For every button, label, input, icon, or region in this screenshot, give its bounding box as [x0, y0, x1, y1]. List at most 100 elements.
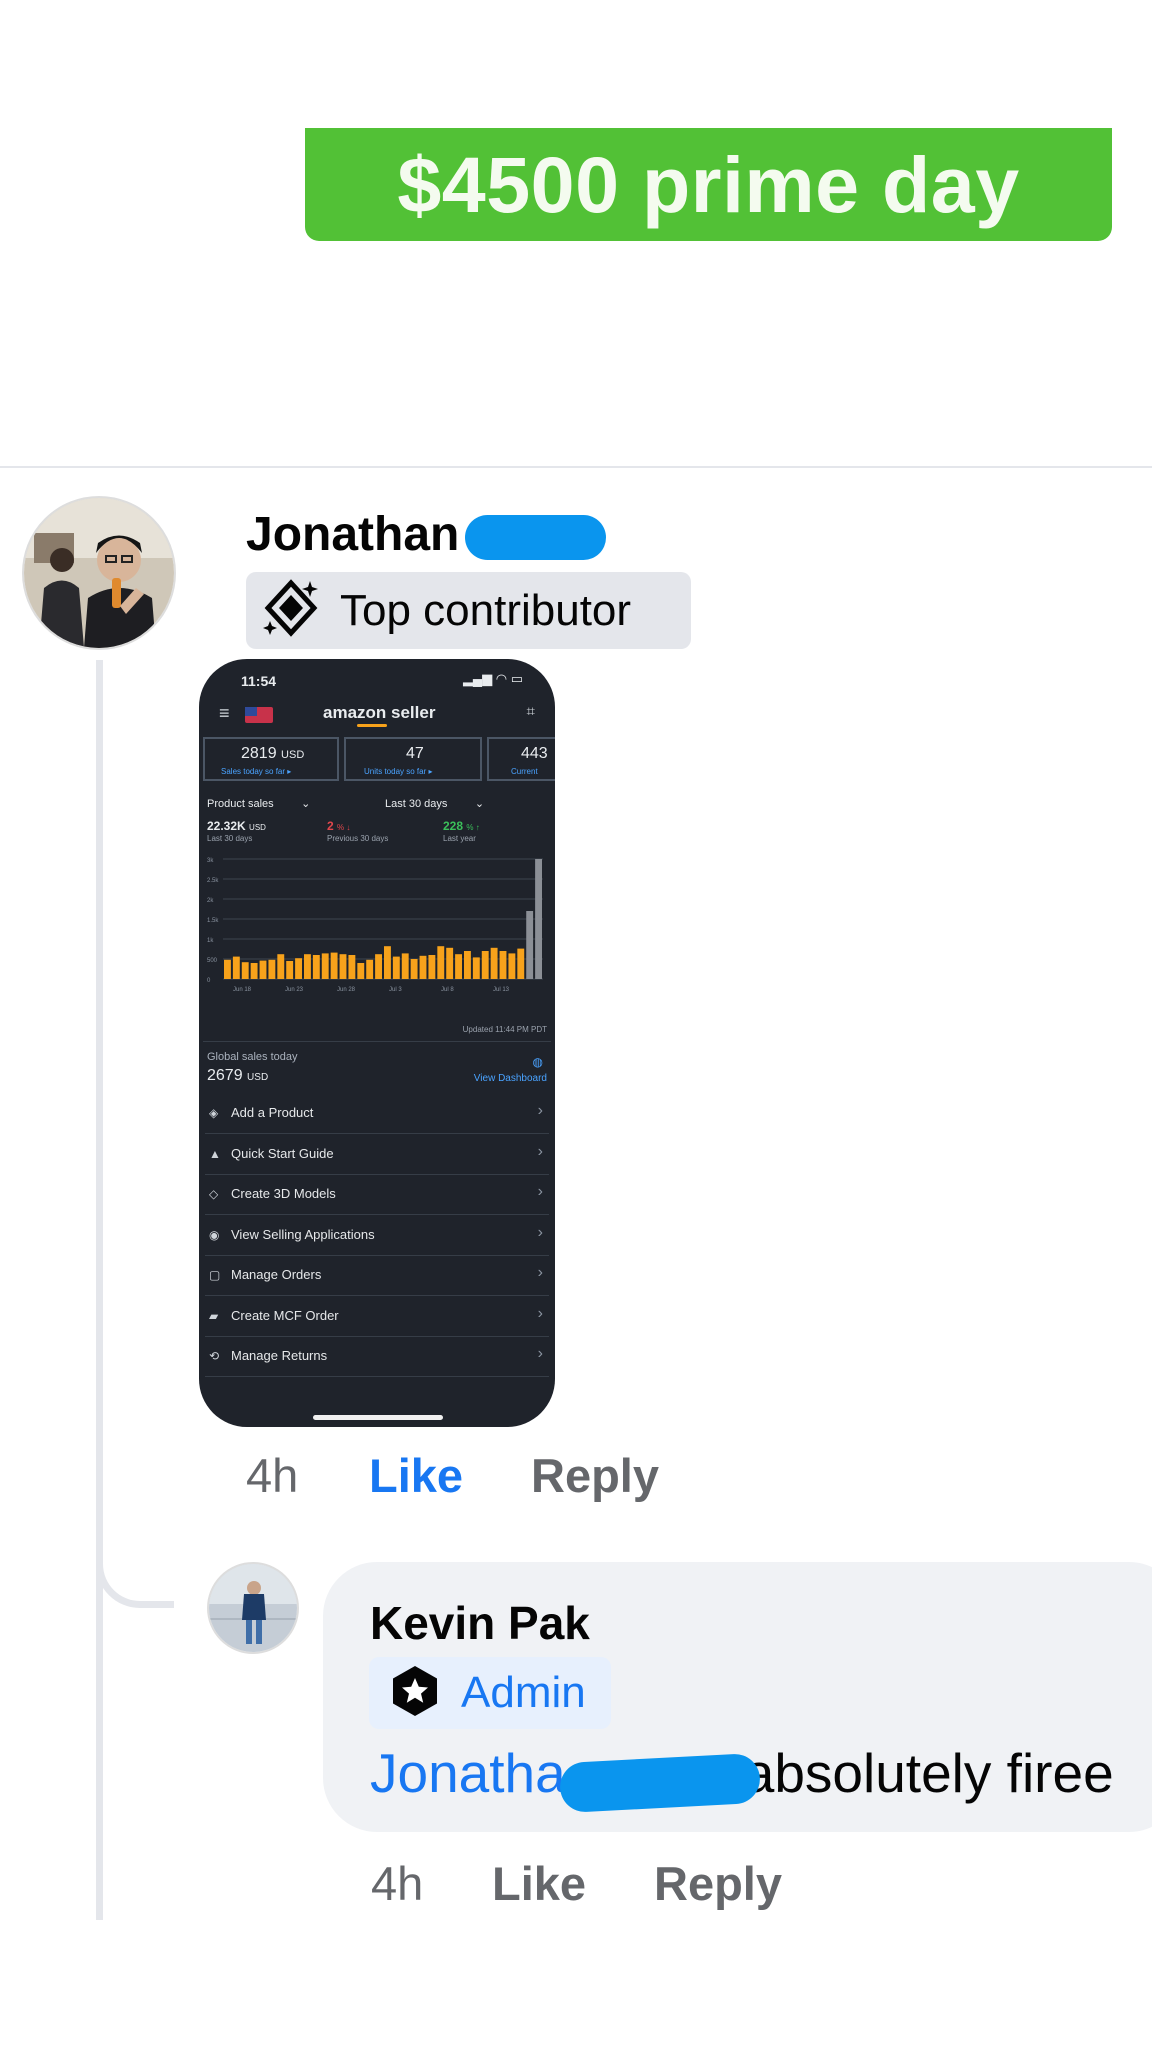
home-indicator: [313, 1415, 443, 1420]
status-time: 11:54: [241, 673, 277, 689]
chart-bar: [312, 955, 320, 979]
card-label: Sales today so far ▸: [221, 767, 292, 776]
menu-item-label: Quick Start Guide: [231, 1145, 334, 1161]
menu-item-label: View Selling Applications: [231, 1226, 375, 1242]
divider: [0, 466, 1152, 468]
chevron-right-icon: ›: [537, 1223, 543, 1241]
chart-bar: [304, 954, 311, 979]
stat-last-year: 228 % ↑: [443, 819, 480, 833]
return-icon: ⟲: [209, 1349, 220, 1363]
chart-bar: [446, 947, 454, 979]
chart-bar: [472, 957, 480, 979]
chart-bar: [428, 955, 436, 979]
x-tick-label: Jul 8: [441, 987, 454, 993]
promo-banner: $4500 prime day: [305, 128, 1112, 241]
avatar-jonathan[interactable]: [22, 496, 176, 650]
reply-body: absolutely firee: [743, 1742, 1114, 1804]
admin-badge[interactable]: Admin: [369, 1657, 611, 1729]
chevron-right-icon: ›: [537, 1345, 543, 1362]
top-contributor-icon: [260, 577, 322, 644]
menu-item[interactable]: ◉ View Selling Applications ›: [205, 1215, 549, 1256]
menu-item-label: Create MCF Order: [231, 1307, 339, 1323]
chart-bar: [295, 958, 302, 979]
product-sales-selector[interactable]: Product sales ⌄: [207, 797, 310, 810]
chart-bar: [232, 956, 240, 979]
sales-today-card[interactable]: 2819 USD Sales today so far ▸: [203, 737, 339, 781]
amazon-smile-icon: [357, 724, 387, 727]
x-tick-label: Jun 28: [337, 987, 356, 993]
current-card[interactable]: 443 Current: [487, 737, 555, 781]
chart-bar: [392, 956, 400, 979]
chart-bar: [366, 959, 374, 979]
comment-timestamp: 4h: [246, 1449, 299, 1502]
scan-icon[interactable]: ⌗: [527, 703, 535, 720]
y-tick-label: 500: [207, 958, 218, 964]
date-range-selector[interactable]: Last 30 days ⌄: [385, 797, 484, 810]
stat-last-30: 22.32K USD: [207, 819, 266, 833]
chart-bar: [517, 948, 525, 979]
graduation-icon: ▲: [209, 1146, 221, 1161]
us-flag-icon[interactable]: [245, 707, 273, 723]
card-value: 47: [406, 745, 424, 762]
units-today-card[interactable]: 47 Units today so far ▸: [344, 737, 482, 781]
menu-item[interactable]: ▢ Manage Orders ›: [205, 1255, 549, 1296]
badge-label: Admin: [461, 1668, 586, 1717]
top-contributor-badge[interactable]: Top contributor: [246, 572, 691, 649]
global-sales-label: Global sales today: [207, 1051, 298, 1063]
chevron-right-icon: ›: [537, 1183, 543, 1200]
chart-bar: [357, 963, 365, 979]
chart-bar: [410, 959, 418, 979]
globe-icon[interactable]: ◍: [533, 1055, 543, 1069]
app-title: amazon seller: [323, 703, 436, 722]
like-button[interactable]: Like: [369, 1448, 463, 1503]
box-icon: ▢: [209, 1268, 221, 1282]
avatar-kevin-pak[interactable]: [207, 1562, 299, 1654]
reply-author-name[interactable]: Kevin Pak: [370, 1596, 590, 1650]
reply-button[interactable]: Reply: [531, 1448, 659, 1503]
menu-item[interactable]: ▰ Create MCF Order ›: [205, 1296, 549, 1337]
y-tick-label: 1.5k: [207, 918, 219, 924]
badge-label: Top contributor: [340, 585, 632, 635]
chart-bar: [277, 954, 285, 979]
menu-item[interactable]: ⟲ Manage Returns ›: [205, 1336, 549, 1377]
chart-bar: [419, 955, 427, 979]
y-tick-label: 0: [207, 978, 211, 984]
stat-previous: 2 % ↓: [327, 819, 351, 833]
chart-bar: [437, 946, 445, 979]
chart-bar: [375, 954, 382, 979]
menu-item[interactable]: ▲ Quick Start Guide ›: [205, 1134, 549, 1175]
chart-bar: [455, 954, 462, 979]
hamburger-icon[interactable]: ≡: [219, 703, 230, 724]
chart-bar: [259, 960, 267, 979]
admin-star-icon: [387, 1663, 443, 1724]
truck-icon: ▰: [209, 1308, 219, 1323]
chart-bar: [535, 859, 542, 979]
x-tick-label: Jun 18: [233, 987, 252, 993]
like-button[interactable]: Like: [492, 1856, 586, 1911]
chart-bar: [286, 961, 294, 979]
menu-item[interactable]: ◈ Add a Product ›: [205, 1093, 549, 1134]
stat-label: Previous 30 days: [327, 834, 389, 843]
chart-bar: [224, 959, 231, 979]
chart-bar: [508, 953, 516, 979]
tag-icon: ◈: [209, 1106, 219, 1120]
chart-bar: [348, 955, 356, 979]
cube-icon: ◇: [209, 1187, 219, 1201]
chart-bar: [464, 951, 471, 979]
updated-time: Updated 11:44 PM PDT: [462, 1025, 547, 1034]
card-label: Units today so far ▸: [364, 767, 433, 776]
stat-label: Last 30 days: [207, 834, 253, 843]
thread-line: [96, 660, 103, 1920]
menu-item[interactable]: ◇ Create 3D Models ›: [205, 1174, 549, 1215]
y-tick-label: 1k: [207, 938, 214, 944]
redaction-mark: [558, 1752, 762, 1814]
chevron-right-icon: ›: [537, 1304, 543, 1322]
mention-link[interactable]: Jonatha: [370, 1742, 566, 1804]
comment-author-name[interactable]: Jonathan: [246, 507, 459, 562]
chart-bar: [339, 954, 347, 979]
card-value: 443: [521, 745, 548, 762]
reply-button[interactable]: Reply: [654, 1856, 782, 1911]
view-dashboard-link[interactable]: View Dashboard: [474, 1073, 547, 1084]
menu-item-label: Add a Product: [231, 1105, 314, 1120]
attached-screenshot[interactable]: 11:54 ▂▄▆ ◠ ▭ ≡ amazon seller ⌗ 2819 USD…: [199, 659, 555, 1427]
